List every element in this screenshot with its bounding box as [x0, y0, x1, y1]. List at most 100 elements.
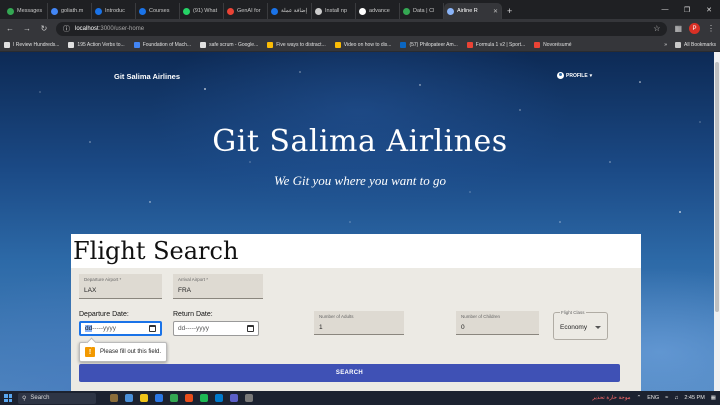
date-rest-segment: -----yyyy — [92, 325, 117, 332]
bookmark-label: safe scrum - Google... — [209, 41, 259, 48]
reload-icon[interactable]: ↻ — [39, 24, 49, 33]
volume-icon[interactable]: ♫ — [674, 395, 678, 401]
chrome-icon[interactable] — [170, 394, 178, 402]
bookmark-item[interactable]: Video on how to dis... — [334, 41, 391, 48]
children-field[interactable]: Number of Children 0 — [456, 311, 539, 335]
calendar-icon[interactable] — [149, 325, 156, 332]
start-icon[interactable] — [4, 394, 12, 402]
bookmark-item[interactable]: safe scrum - Google... — [200, 41, 259, 48]
forward-icon[interactable]: → — [22, 24, 32, 33]
bookmark-star-icon[interactable]: ☆ — [653, 24, 660, 33]
bookmark-item[interactable]: Five ways to distract... — [267, 41, 326, 48]
vscode-icon[interactable] — [215, 394, 223, 402]
bookmark-label: 195 Action Verbs to... — [77, 41, 125, 48]
clock[interactable]: 2:45 PM — [684, 395, 704, 401]
bookmark-item[interactable]: Foundation of Mach... — [133, 41, 192, 48]
close-tab-icon[interactable]: ✕ — [493, 8, 498, 15]
new-tab-button[interactable]: + — [502, 3, 517, 19]
browser-tab[interactable]: Introduc — [92, 3, 136, 19]
spotify-icon[interactable] — [200, 394, 208, 402]
tab-favicon-icon — [315, 7, 322, 15]
notification-icon[interactable]: ▦ — [711, 395, 716, 401]
tab-favicon-icon — [359, 7, 366, 15]
arrival-airport-label: Arrival Airport * — [178, 277, 209, 282]
search-button[interactable]: SEARCH — [79, 364, 620, 382]
bookmark-item[interactable]: 195 Action Verbs to... — [68, 41, 125, 48]
calendar-icon[interactable] — [247, 325, 254, 332]
browser-tab[interactable]: Courses — [136, 3, 180, 19]
bookmark-favicon-icon — [200, 41, 207, 48]
profile-avatar[interactable]: P — [689, 23, 700, 34]
app-icon[interactable] — [125, 394, 133, 402]
all-bookmarks-button[interactable]: All Bookmarks — [675, 41, 716, 48]
bookmark-label: Foundation of Mach... — [142, 41, 192, 48]
departure-airport-field[interactable]: Departure Airport * LAX — [79, 274, 162, 299]
minimize-icon[interactable]: — — [654, 0, 676, 19]
scrollbar-thumb[interactable] — [715, 62, 719, 312]
bookmark-favicon-icon — [267, 41, 274, 48]
site-info-icon[interactable]: ⓘ — [63, 24, 70, 34]
browser-tab[interactable]: Install np — [312, 3, 356, 19]
tab-favicon-icon — [7, 7, 14, 15]
browser-tab[interactable]: goliath.m — [48, 3, 92, 19]
tab-favicon-icon — [51, 7, 58, 15]
page-scrollbar[interactable] — [714, 52, 720, 391]
close-icon[interactable]: ✕ — [698, 0, 720, 19]
weather-alert[interactable]: موجة حارة تحذير — [592, 395, 630, 401]
adults-field[interactable]: Number of Adults 1 — [314, 311, 404, 335]
app-icon[interactable] — [245, 394, 253, 402]
taskbar-search-label: Search — [30, 395, 50, 401]
browser-tabstrip: Messages goliath.m Introduc Courses (91) Wha… — [0, 0, 720, 19]
tab-title: Introduc — [105, 8, 125, 14]
bookmark-item[interactable]: Novorésumé — [534, 41, 572, 48]
bookmark-item[interactable]: (57) Philopateer Am... — [400, 41, 458, 48]
browser-tab[interactable]: إضافة عملة — [268, 3, 312, 19]
bookmark-favicon-icon — [466, 41, 473, 48]
url-input[interactable]: ⓘ localhost:3000/user-home ☆ — [56, 21, 668, 36]
tray-chevron-icon[interactable]: ⌃ — [637, 395, 642, 401]
profile-label: PROFILE — [566, 72, 588, 79]
app-icon[interactable] — [155, 394, 163, 402]
browser-tab[interactable]: Airline R ✕ — [444, 3, 502, 19]
browser-tab[interactable]: Messages — [4, 3, 48, 19]
brand-link[interactable]: Git Salima Airlines — [114, 72, 180, 81]
return-date-placeholder: dd-----yyyy — [178, 325, 210, 332]
bookmark-item[interactable]: I Review Hundreds... — [4, 41, 59, 48]
language-indicator[interactable]: ENG — [647, 395, 659, 401]
departure-airport-value: LAX — [84, 287, 97, 294]
arrival-airport-field[interactable]: Arrival Airport * FRA — [173, 274, 263, 299]
flight-class-select[interactable]: Flight Class Economy — [553, 310, 608, 340]
app-icon[interactable] — [230, 394, 238, 402]
back-icon[interactable]: ← — [5, 24, 15, 33]
wifi-icon[interactable]: ≈ — [665, 395, 668, 401]
search-icon: ⚲ — [22, 395, 27, 402]
folder-icon[interactable] — [140, 394, 148, 402]
app-navbar: Git Salima Airlines PROFILE ▾ — [0, 52, 720, 100]
menu-icon[interactable]: ⋮ — [707, 24, 715, 33]
more-bookmarks-icon[interactable]: » — [664, 42, 667, 48]
departure-date-input[interactable]: dd -----yyyy — [79, 321, 162, 336]
return-date-input[interactable]: dd-----yyyy — [173, 321, 259, 336]
children-label: Number of Children — [461, 314, 501, 319]
browser-tab[interactable]: GenAI for — [224, 3, 268, 19]
restore-icon[interactable]: ❐ — [676, 0, 698, 19]
bookmark-label: Five ways to distract... — [276, 41, 326, 48]
browser-tab[interactable]: advance — [356, 3, 400, 19]
taskbar-apps — [110, 394, 253, 402]
taskbar-search-input[interactable]: ⚲ Search — [18, 392, 96, 404]
extensions-icon[interactable]: ▦ — [674, 24, 682, 33]
bookmark-item[interactable]: Formula 1 v2 | Sport... — [466, 41, 525, 48]
app-icon[interactable] — [185, 394, 193, 402]
bookmark-favicon-icon — [400, 41, 407, 48]
browser-tab[interactable]: (91) What — [180, 3, 224, 19]
tab-title: advance — [369, 8, 390, 14]
form-title: Flight Search — [73, 237, 239, 265]
browser-tab[interactable]: Data | Cl — [400, 3, 444, 19]
profile-menu-button[interactable]: PROFILE ▾ — [557, 72, 592, 79]
validation-message: Please fill out this field. — [100, 349, 162, 355]
folder-icon — [675, 41, 682, 48]
flight-class-label: Flight Class — [560, 310, 586, 315]
tab-favicon-icon — [271, 7, 278, 15]
app-icon[interactable] — [110, 394, 118, 402]
tab-title: Data | Cl — [413, 8, 435, 14]
